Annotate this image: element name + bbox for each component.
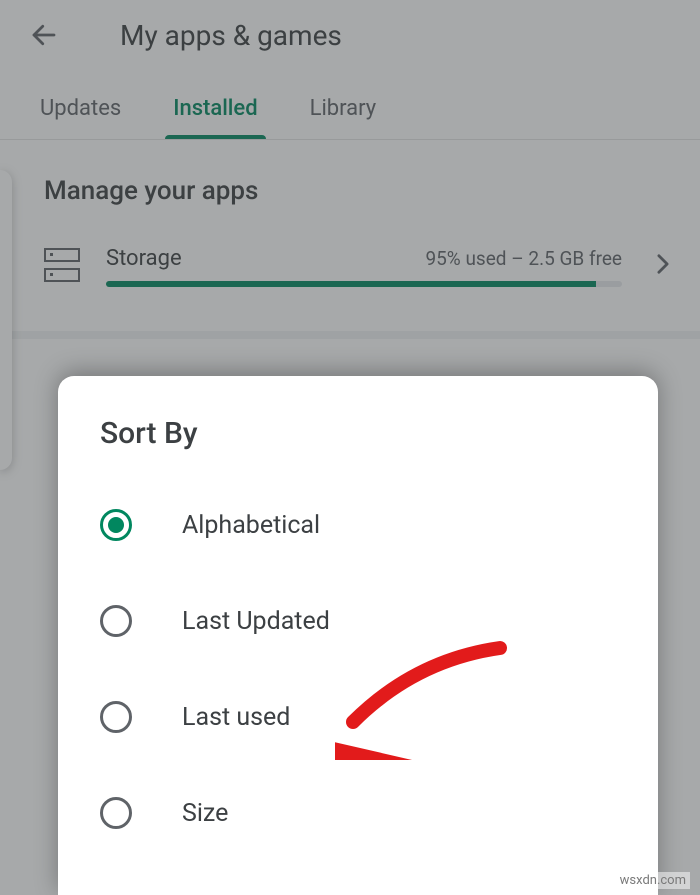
radio-icon [100,509,132,541]
option-label: Last Updated [182,607,330,636]
sort-option-size[interactable]: Size [58,765,658,861]
radio-icon [100,701,132,733]
dialog-title: Sort By [58,416,658,477]
option-label: Last used [182,703,290,732]
sort-option-alphabetical[interactable]: Alphabetical [58,477,658,573]
sort-option-last-updated[interactable]: Last Updated [58,573,658,669]
option-label: Alphabetical [182,511,320,540]
sort-option-last-used[interactable]: Last used [58,669,658,765]
watermark: wsxdn.com [616,872,690,889]
screen: My apps & games Updates Installed Librar… [0,0,700,895]
radio-icon [100,605,132,637]
radio-icon [100,797,132,829]
sort-by-dialog: Sort By Alphabetical Last Updated Last u… [58,376,658,895]
option-label: Size [182,799,228,828]
